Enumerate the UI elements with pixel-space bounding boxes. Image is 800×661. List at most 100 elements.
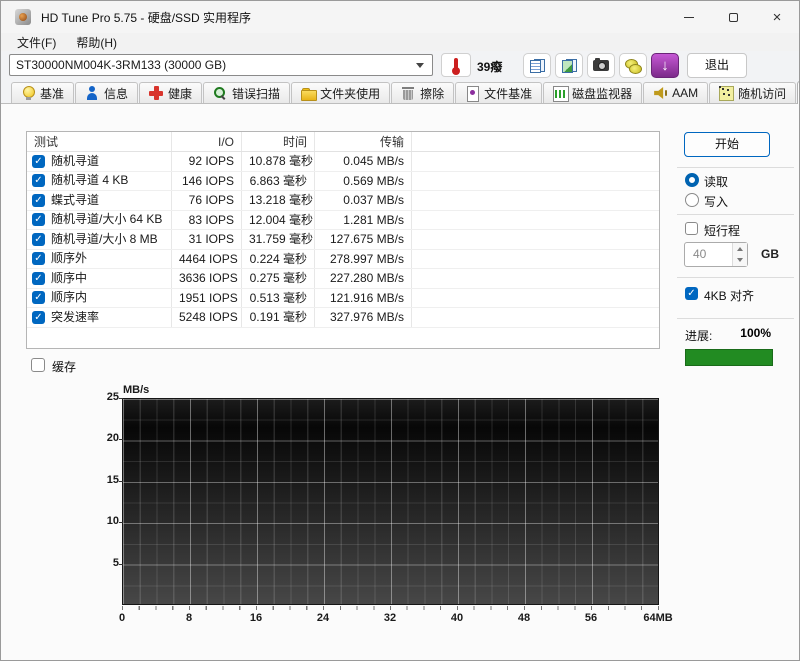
test-checkbox[interactable]: ✓: [32, 291, 45, 304]
align-4kb-label[interactable]: 4KB 对齐: [704, 287, 754, 304]
test-checkbox[interactable]: ✓: [32, 233, 45, 246]
tab-info[interactable]: 信息: [75, 82, 138, 103]
x-tick-label: 32: [384, 612, 396, 624]
test-io-cell: 4464 IOPS: [172, 250, 242, 269]
short-stroke-label[interactable]: 短行程: [704, 222, 740, 239]
tab-health[interactable]: 健康: [139, 82, 202, 103]
test-transfer-cell: 327.976 MB/s: [315, 308, 412, 327]
thermometer-icon: [454, 58, 458, 69]
test-row[interactable]: ✓突发速率5248 IOPS0.191 毫秒327.976 MB/s: [27, 308, 659, 328]
disk-monitor-icon: [553, 86, 567, 100]
spinner-down-icon[interactable]: [733, 255, 747, 267]
test-transfer-cell: 121.916 MB/s: [315, 289, 412, 308]
copy-image-button[interactable]: [555, 53, 583, 78]
column-header-1[interactable]: I/O: [172, 132, 242, 151]
test-name: 顺序内: [51, 289, 87, 308]
close-button[interactable]: ×: [755, 1, 799, 33]
start-button[interactable]: 开始: [684, 132, 770, 157]
save-button[interactable]: [619, 53, 647, 78]
align-4kb-checkbox[interactable]: ✓: [685, 287, 698, 300]
test-name: 随机寻道/大小 64 KB: [51, 211, 162, 230]
column-header-3[interactable]: 传输: [315, 132, 412, 151]
cache-label[interactable]: 缓存: [52, 358, 76, 375]
test-name-cell: ✓顺序外: [27, 250, 172, 269]
test-name: 随机寻道/大小 8 MB: [51, 230, 158, 249]
spinner-up-icon[interactable]: [733, 243, 747, 255]
tab-random-access[interactable]: 随机访问: [709, 82, 796, 103]
write-radio[interactable]: [685, 193, 699, 207]
menu-item-1[interactable]: 帮助(H): [68, 33, 125, 52]
test-checkbox[interactable]: ✓: [32, 252, 45, 265]
tab-folder-usage[interactable]: 文件夹使用: [291, 82, 390, 103]
cache-checkbox[interactable]: [31, 358, 45, 372]
test-io-cell: 92 IOPS: [172, 152, 242, 171]
maximize-button[interactable]: [711, 1, 755, 33]
tab-bar: 基准信息健康错误扫描文件夹使用擦除文件基准磁盘监视器AAM随机访问额外测试: [1, 81, 799, 104]
test-time-cell: 10.878 毫秒: [242, 152, 315, 171]
test-row[interactable]: ✓顺序外4464 IOPS0.224 毫秒278.997 MB/s: [27, 250, 659, 270]
y-tick-label: 5: [97, 557, 119, 569]
test-io-cell: 5248 IOPS: [172, 308, 242, 327]
test-row[interactable]: ✓顺序内1951 IOPS0.513 毫秒121.916 MB/s: [27, 289, 659, 309]
test-checkbox[interactable]: ✓: [32, 311, 45, 324]
row-filler: [412, 269, 659, 288]
drive-selector[interactable]: ST30000NM004K-3RM133 (30000 GB): [9, 54, 433, 76]
test-transfer-cell: 227.280 MB/s: [315, 269, 412, 288]
row-filler: [412, 250, 659, 269]
short-stroke-checkbox[interactable]: [685, 222, 698, 235]
test-row[interactable]: ✓随机寻道/大小 64 KB83 IOPS12.004 毫秒1.281 MB/s: [27, 211, 659, 231]
tab-benchmark[interactable]: 基准: [11, 82, 74, 103]
tab-error-scan[interactable]: 错误扫描: [203, 82, 290, 103]
test-checkbox[interactable]: ✓: [32, 213, 45, 226]
test-row[interactable]: ✓随机寻道 4 KB146 IOPS6.863 毫秒0.569 MB/s: [27, 172, 659, 192]
test-checkbox[interactable]: ✓: [32, 155, 45, 168]
test-name-cell: ✓ 随机寻道/大小 64 KB: [27, 211, 172, 230]
test-io-cell: 146 IOPS: [172, 172, 242, 191]
test-name-cell: ✓随机寻道: [27, 152, 172, 171]
copy-button[interactable]: [523, 53, 551, 78]
column-header-2[interactable]: 时间: [242, 132, 315, 151]
tab-disk-monitor[interactable]: 磁盘监视器: [543, 82, 642, 103]
exit-button[interactable]: 退出: [687, 53, 747, 78]
test-checkbox[interactable]: ✓: [32, 272, 45, 285]
test-row[interactable]: ✓蝶式寻道76 IOPS13.218 毫秒0.037 MB/s: [27, 191, 659, 211]
test-time-cell: 13.218 毫秒: [242, 191, 315, 210]
menu-bar: 文件(F)帮助(H): [1, 33, 799, 51]
y-tick-label: 20: [97, 432, 119, 444]
tab-file-benchmark[interactable]: 文件基准: [455, 82, 542, 103]
tab-aam[interactable]: AAM: [643, 82, 708, 103]
tab-erase[interactable]: 擦除: [391, 82, 454, 103]
x-tick-label: 24: [317, 612, 329, 624]
test-checkbox[interactable]: ✓: [32, 194, 45, 207]
chart-plot-area: [122, 398, 659, 605]
test-row[interactable]: ✓随机寻道/大小 8 MB31 IOPS31.759 毫秒127.675 MB/…: [27, 230, 659, 250]
write-radio-label[interactable]: 写入: [704, 193, 728, 210]
test-name-cell: ✓顺序中: [27, 269, 172, 288]
y-tick-label: 10: [97, 515, 119, 527]
capacity-stepper[interactable]: [732, 243, 747, 266]
test-row[interactable]: ✓随机寻道92 IOPS10.878 毫秒0.045 MB/s: [27, 152, 659, 172]
tab-label-file-benchmark: 文件基准: [484, 85, 532, 102]
progress-bar: [685, 349, 773, 366]
divider: [677, 318, 794, 319]
x-tick-label: 8: [186, 612, 192, 624]
test-time-cell: 0.513 毫秒: [242, 289, 315, 308]
test-time-cell: 6.863 毫秒: [242, 172, 315, 191]
title-bar: HD Tune Pro 5.75 - 硬盘/SSD 实用程序 ×: [1, 1, 799, 33]
menu-item-0[interactable]: 文件(F): [9, 33, 64, 52]
temperature-button[interactable]: [441, 53, 471, 77]
test-checkbox[interactable]: ✓: [32, 174, 45, 187]
drive-selector-value: ST30000NM004K-3RM133 (30000 GB): [16, 58, 416, 72]
app-window: HD Tune Pro 5.75 - 硬盘/SSD 实用程序 × 文件(F)帮助…: [0, 0, 800, 661]
screenshot-button[interactable]: [587, 53, 615, 78]
read-radio-label[interactable]: 读取: [704, 173, 728, 190]
divider: [677, 167, 794, 168]
column-header-0[interactable]: 测试: [27, 132, 172, 151]
read-radio[interactable]: [685, 173, 699, 187]
download-button[interactable]: ↓: [651, 53, 679, 78]
test-row[interactable]: ✓顺序中3636 IOPS0.275 毫秒227.280 MB/s: [27, 269, 659, 289]
test-time-cell: 12.004 毫秒: [242, 211, 315, 230]
minimize-button[interactable]: [667, 1, 711, 33]
test-transfer-cell: 278.997 MB/s: [315, 250, 412, 269]
window-controls: ×: [667, 1, 799, 33]
